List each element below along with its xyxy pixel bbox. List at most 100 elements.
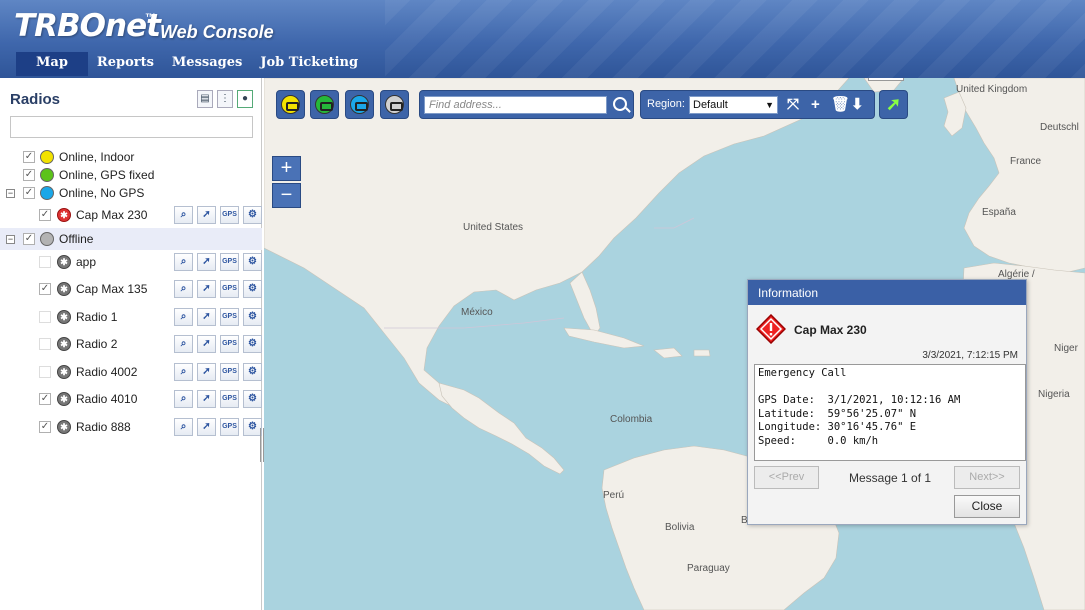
sort-icon[interactable]: ▤ <box>197 90 213 108</box>
settings-gear-icon[interactable]: ⚙ <box>243 363 262 381</box>
fit-region-icon[interactable]: ⤧ <box>787 97 799 113</box>
address-search-input[interactable]: Find address... <box>424 96 607 114</box>
map-label: United States <box>463 222 524 233</box>
radio-row-cap-max-230[interactable]: ✓ ✱ Cap Max 230 ⌕ ➚ GPS ⚙ <box>0 204 262 226</box>
radio-row-app[interactable]: ✱ app ⌕ ➚ GPS ⚙ <box>0 251 262 273</box>
settings-gear-icon[interactable]: ⚙ <box>243 335 262 353</box>
radio-label: Cap Max 230 <box>76 208 148 222</box>
locate-icon[interactable]: ⌕ <box>174 418 193 436</box>
region-select[interactable]: Default ▼ <box>689 96 778 114</box>
download-region-icon[interactable]: ⬇ <box>851 97 864 113</box>
navigate-arrow-icon[interactable]: ➚ <box>879 90 908 119</box>
radio-offline-icon: ✱ <box>57 337 71 351</box>
map-top-handle <box>868 78 904 81</box>
radio-row-radio-2[interactable]: ✱ Radio 2 ⌕ ➚ GPS ⚙ <box>0 333 262 355</box>
tab-map[interactable]: Map <box>16 52 88 76</box>
group-checkbox[interactable]: ✓ <box>23 151 35 163</box>
gps-button[interactable]: GPS <box>220 363 239 381</box>
trademark-mark: ™ <box>145 12 156 24</box>
locate-icon[interactable]: ⌕ <box>174 206 193 224</box>
address-search: Find address... <box>419 90 634 119</box>
close-button[interactable]: Close <box>954 495 1020 518</box>
locate-icon[interactable]: ⌕ <box>174 335 193 353</box>
radio-checkbox[interactable]: ✓ <box>39 393 51 405</box>
radio-row-cap-max-135[interactable]: ✓ ✱ Cap Max 135 ⌕ ➚ GPS ⚙ <box>0 278 262 300</box>
radio-filter-input[interactable] <box>10 116 253 138</box>
prev-button[interactable]: <<Prev <box>754 466 819 489</box>
gps-button[interactable]: GPS <box>220 253 239 271</box>
locate-icon[interactable]: ⌕ <box>174 280 193 298</box>
gps-button[interactable]: GPS <box>220 390 239 408</box>
send-arrow-icon[interactable]: ➚ <box>197 253 216 271</box>
gps-button[interactable]: GPS <box>220 335 239 353</box>
group-offline[interactable]: − ✓ Offline <box>0 228 262 250</box>
region-toolbar: Region: Default ▼ ⤧ + 🗑 ⬇ <box>640 90 875 119</box>
delete-region-icon[interactable]: 🗑 <box>831 97 850 113</box>
send-arrow-icon[interactable]: ➚ <box>197 390 216 408</box>
send-arrow-icon[interactable]: ➚ <box>197 206 216 224</box>
locate-icon[interactable]: ⌕ <box>174 253 193 271</box>
add-region-icon[interactable]: + <box>811 97 820 113</box>
radio-checkbox[interactable]: ✓ <box>39 421 51 433</box>
app-logo: TRBOnet <box>14 8 161 44</box>
filter-yellow-button[interactable] <box>276 90 305 119</box>
radio-row-radio-1[interactable]: ✱ Radio 1 ⌕ ➚ GPS ⚙ <box>0 306 262 328</box>
radio-offline-icon: ✱ <box>57 310 71 324</box>
radio-checkbox[interactable] <box>39 311 51 323</box>
radio-label: Radio 4002 <box>76 365 138 379</box>
car-icon <box>281 95 300 114</box>
map-label: Niger <box>1054 343 1078 354</box>
settings-gear-icon[interactable]: ⚙ <box>243 206 262 224</box>
radio-checkbox[interactable]: ✓ <box>39 283 51 295</box>
zoom-out-button[interactable]: − <box>272 183 301 208</box>
settings-gear-icon[interactable]: ⚙ <box>243 308 262 326</box>
radio-label: Radio 1 <box>76 310 118 324</box>
tab-messages[interactable]: Messages <box>163 52 251 76</box>
send-arrow-icon[interactable]: ➚ <box>197 280 216 298</box>
group-checkbox[interactable]: ✓ <box>23 187 35 199</box>
locate-icon[interactable]: ⌕ <box>174 308 193 326</box>
locate-icon[interactable]: ⌕ <box>174 363 193 381</box>
group-online-no-gps[interactable]: − ✓ Online, No GPS <box>0 182 262 204</box>
gps-button[interactable]: GPS <box>220 280 239 298</box>
locate-icon[interactable]: ⌕ <box>174 390 193 408</box>
zoom-in-button[interactable]: + <box>272 156 301 181</box>
radio-row-radio-4010[interactable]: ✓ ✱ Radio 4010 ⌕ ➚ GPS ⚙ <box>0 388 262 410</box>
collapse-icon[interactable]: − <box>6 234 15 244</box>
dialog-message-text[interactable]: Emergency Call GPS Date: 3/1/2021, 10:12… <box>754 364 1026 461</box>
radio-row-radio-4002[interactable]: ✱ Radio 4002 ⌕ ➚ GPS ⚙ <box>0 361 262 383</box>
tab-job-ticketing[interactable]: Job Ticketing <box>251 52 367 76</box>
send-arrow-icon[interactable]: ➚ <box>197 418 216 436</box>
group-checkbox[interactable]: ✓ <box>23 233 35 245</box>
next-button[interactable]: Next>> <box>954 466 1020 489</box>
region-label: Region: <box>647 98 685 110</box>
collapse-icon[interactable]: − <box>6 188 15 198</box>
tree-view-icon[interactable]: ⋮ <box>217 90 233 108</box>
radio-actions: ⌕ ➚ GPS ⚙ <box>174 253 262 271</box>
settings-gear-icon[interactable]: ⚙ <box>243 253 262 271</box>
map-label: Nigeria <box>1038 389 1070 400</box>
filter-blue-button[interactable] <box>345 90 374 119</box>
gps-button[interactable]: GPS <box>220 308 239 326</box>
tab-reports[interactable]: Reports <box>88 52 163 76</box>
radio-offline-icon: ✱ <box>57 420 71 434</box>
settings-gear-icon[interactable]: ⚙ <box>243 390 262 408</box>
send-arrow-icon[interactable]: ➚ <box>197 308 216 326</box>
settings-gear-icon[interactable]: ⚙ <box>243 280 262 298</box>
radio-checkbox[interactable] <box>39 338 51 350</box>
gps-button[interactable]: GPS <box>220 418 239 436</box>
radio-checkbox[interactable] <box>39 256 51 268</box>
radio-row-radio-888[interactable]: ✓ ✱ Radio 888 ⌕ ➚ GPS ⚙ <box>0 416 262 438</box>
radio-checkbox[interactable] <box>39 366 51 378</box>
radio-checkbox[interactable]: ✓ <box>39 209 51 221</box>
group-checkbox[interactable]: ✓ <box>23 169 35 181</box>
group-status-icon[interactable]: ● <box>237 90 253 108</box>
filter-green-button[interactable] <box>310 90 339 119</box>
send-arrow-icon[interactable]: ➚ <box>197 335 216 353</box>
send-arrow-icon[interactable]: ➚ <box>197 363 216 381</box>
filter-gray-button[interactable] <box>380 90 409 119</box>
radio-label: app <box>76 255 97 269</box>
gps-button[interactable]: GPS <box>220 206 239 224</box>
map-label: France <box>1010 156 1042 167</box>
search-icon[interactable] <box>613 97 627 111</box>
